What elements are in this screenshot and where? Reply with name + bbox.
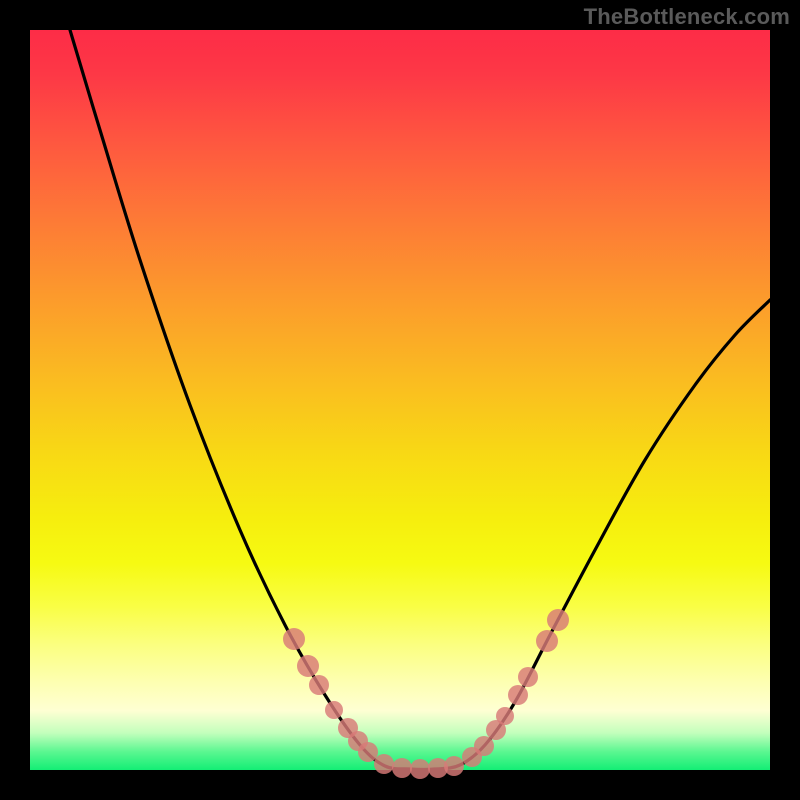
gradient-plot-area [30,30,770,770]
highlight-dot [474,736,494,756]
bottleneck-curve [70,30,770,769]
highlight-dot [374,754,394,774]
highlight-dot [297,655,319,677]
highlight-dot [309,675,329,695]
highlight-dot [410,759,430,779]
highlight-dot [536,630,558,652]
highlight-dot [496,707,514,725]
highlight-dot [518,667,538,687]
watermark-text: TheBottleneck.com [584,4,790,30]
highlight-dot [325,701,343,719]
chart-svg [30,30,770,770]
chart-frame: TheBottleneck.com [0,0,800,800]
highlight-dot [547,609,569,631]
highlight-dot [358,742,378,762]
highlight-dot [392,758,412,778]
highlight-dot [508,685,528,705]
highlight-dot [283,628,305,650]
highlight-dot [444,756,464,776]
